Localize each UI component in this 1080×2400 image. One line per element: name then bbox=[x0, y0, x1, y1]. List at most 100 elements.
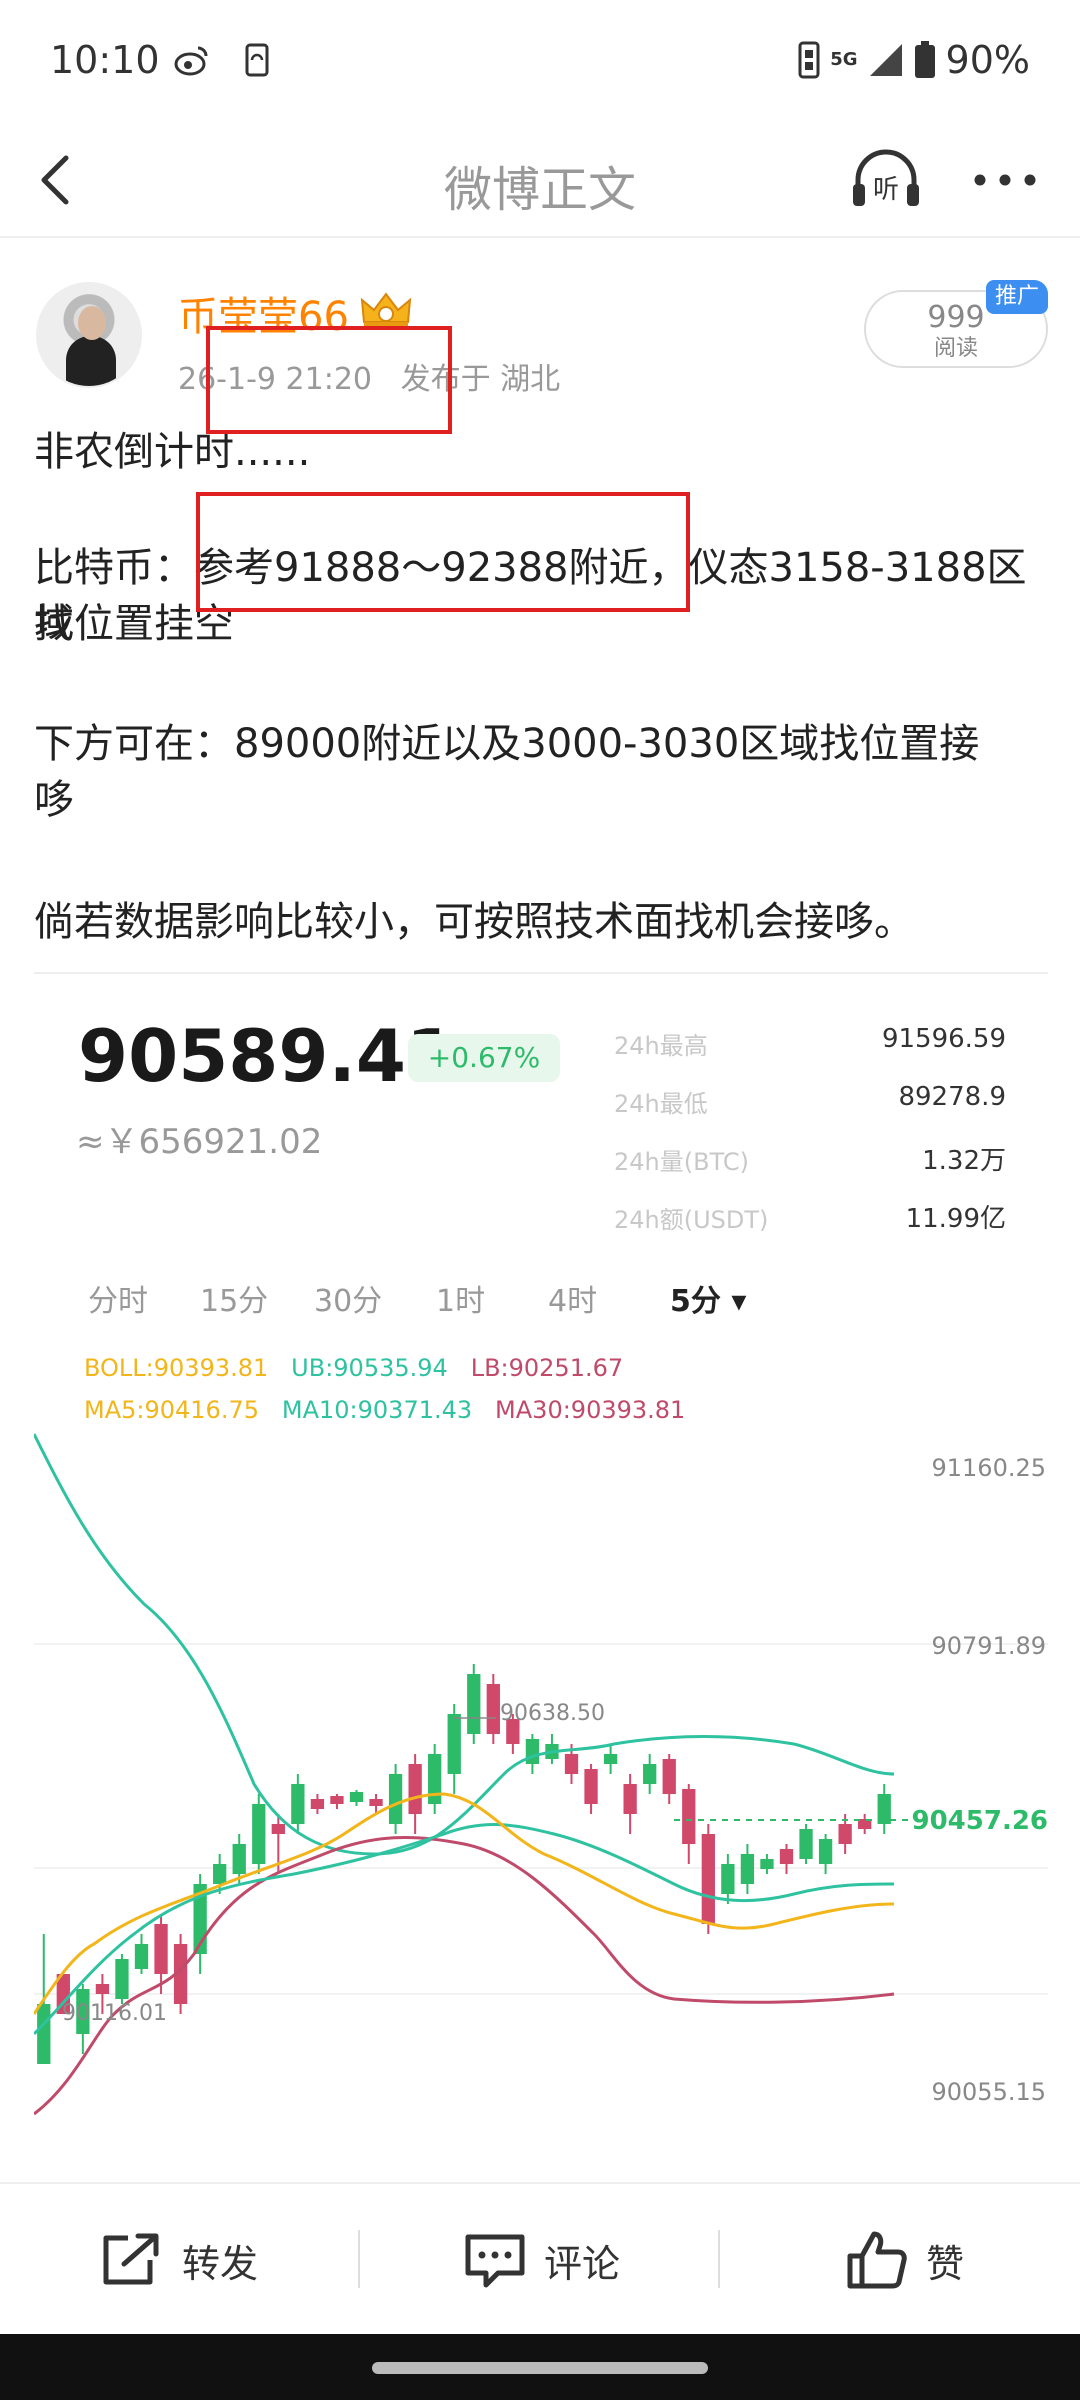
timeframe-tab: 分时 bbox=[88, 1284, 148, 1319]
timeframe-tab: 15分 bbox=[200, 1284, 269, 1319]
status-time: 10:10 bbox=[50, 38, 160, 82]
candle-body bbox=[623, 1784, 637, 1814]
weibo-icon bbox=[174, 46, 208, 76]
like-button[interactable]: 赞 bbox=[846, 2184, 964, 2336]
repost-label: 转发 bbox=[182, 2241, 259, 2286]
candle-body bbox=[799, 1829, 813, 1859]
candle-body bbox=[779, 1849, 794, 1864]
read-label: 阅读 bbox=[933, 336, 978, 361]
comment-icon bbox=[465, 2234, 525, 2288]
comment-label: 评论 bbox=[544, 2241, 621, 2286]
candle-body bbox=[115, 1959, 129, 1999]
top-nav: 微博正文 听 bbox=[0, 120, 1080, 238]
candle-body bbox=[369, 1799, 383, 1806]
network-type: 5G bbox=[830, 49, 858, 70]
boll-value: BOLL:90393.81 bbox=[84, 1354, 269, 1382]
stat-label: 24h最高 bbox=[614, 1032, 708, 1060]
axis-label: 90055.15 bbox=[931, 2078, 1046, 2106]
candle-body bbox=[134, 1944, 149, 1969]
price-cny: ≈￥656921.02 bbox=[76, 1122, 323, 1162]
highlight-box-time bbox=[206, 326, 452, 434]
low-marker: 90116.01 bbox=[62, 2001, 167, 2026]
candle-body bbox=[643, 1764, 657, 1784]
axis-label: 90791.89 bbox=[931, 1632, 1046, 1660]
timeframe-tab-active: 5分 ▾ bbox=[670, 1284, 747, 1319]
candle-body bbox=[428, 1754, 442, 1804]
candle-body bbox=[349, 1792, 364, 1802]
ub-value: UB:90535.94 bbox=[291, 1354, 448, 1382]
promo-tag[interactable]: 推广 bbox=[986, 280, 1048, 314]
stat-value: 89278.9 bbox=[898, 1082, 1006, 1112]
candle-body bbox=[37, 2004, 51, 2064]
current-price: 90589.41 bbox=[78, 1014, 457, 1098]
home-gesture-pill[interactable] bbox=[372, 2362, 708, 2374]
timeframe-tab: 1时 bbox=[436, 1284, 486, 1319]
last-price-label: 90457.26 bbox=[911, 1806, 1048, 1836]
candle-body bbox=[447, 1714, 461, 1774]
candle-body bbox=[95, 1984, 110, 1994]
stat-label: 24h量(BTC) bbox=[614, 1148, 749, 1176]
avatar-head bbox=[78, 306, 106, 340]
headphones-listen-icon[interactable]: 听 bbox=[850, 148, 922, 212]
candle-body bbox=[232, 1844, 246, 1874]
candle-body bbox=[486, 1684, 500, 1734]
stat-value: 1.32万 bbox=[922, 1146, 1006, 1176]
candle-body bbox=[584, 1769, 598, 1804]
more-icon[interactable] bbox=[970, 150, 1040, 210]
candle-body bbox=[818, 1839, 833, 1864]
post-text-line: 哆 bbox=[34, 777, 74, 823]
repost-button[interactable]: 转发 bbox=[100, 2184, 258, 2336]
candle-body bbox=[525, 1739, 540, 1764]
signal-icon bbox=[869, 44, 902, 76]
battery-icon bbox=[914, 41, 935, 78]
stat-value: 91596.59 bbox=[881, 1024, 1006, 1054]
candle-body bbox=[213, 1864, 227, 1884]
status-right: 5G 90% bbox=[798, 38, 1030, 82]
candle-body bbox=[154, 1924, 168, 1974]
candlestick-chart: 90638.50 90116.01 bbox=[34, 1433, 1048, 2116]
comment-button[interactable]: 评论 bbox=[464, 2184, 620, 2336]
candle-body bbox=[603, 1754, 618, 1764]
bottom-action-bar: 转发 评论 赞 bbox=[0, 2182, 1080, 2334]
divider bbox=[358, 2230, 360, 2288]
stat-label: 24h额(USDT) bbox=[614, 1206, 769, 1234]
post-text-line: 倘若数据影响比较小，可按照技术面找机会接哆。 bbox=[34, 899, 914, 945]
candle-body bbox=[721, 1864, 735, 1894]
like-label: 赞 bbox=[926, 2241, 965, 2286]
status-bar: 10:10 5G 90% bbox=[0, 0, 1080, 120]
candle-body bbox=[252, 1804, 266, 1864]
candle-body bbox=[564, 1754, 579, 1774]
candle-body bbox=[662, 1759, 676, 1794]
boll-legend: BOLL:90393.81 UB:90535.94 LB:90251.67 bbox=[84, 1354, 623, 1382]
timeframe-tab: 4时 bbox=[548, 1284, 598, 1319]
candle-body bbox=[760, 1859, 774, 1869]
candle-body bbox=[740, 1854, 755, 1884]
system-nav-bar bbox=[0, 2334, 1080, 2400]
change-badge: +0.67% bbox=[408, 1034, 560, 1082]
candle-body bbox=[838, 1824, 852, 1844]
post-text-line: 下方可在：89000附近以及3000-3030区域找位置接 bbox=[34, 721, 980, 767]
highlight-box-price bbox=[196, 492, 690, 612]
listen-label: 听 bbox=[873, 175, 899, 205]
candle-body bbox=[310, 1799, 325, 1809]
candle-body bbox=[330, 1796, 344, 1804]
stat-value: 11.99亿 bbox=[905, 1204, 1006, 1234]
candle-body bbox=[291, 1784, 305, 1824]
timeframe-tab: 30分 bbox=[314, 1284, 383, 1319]
repost-icon bbox=[103, 2233, 159, 2285]
stat-label: 24h最低 bbox=[614, 1090, 708, 1118]
axis-label: 91160.25 bbox=[931, 1454, 1046, 1482]
candle-body bbox=[682, 1789, 696, 1844]
candle-body bbox=[408, 1764, 422, 1814]
avatar[interactable] bbox=[36, 282, 142, 388]
phone-sync-icon bbox=[245, 43, 269, 77]
lb-value: LB:90251.67 bbox=[470, 1354, 624, 1382]
lb-line bbox=[34, 1835, 895, 2116]
candle-body bbox=[271, 1824, 285, 1834]
high-marker: 90638.50 bbox=[500, 1701, 605, 1726]
candle-body bbox=[467, 1674, 481, 1734]
avatar-body bbox=[66, 336, 116, 386]
thumbs-up-icon bbox=[847, 2231, 907, 2289]
vibrate-icon bbox=[798, 41, 820, 79]
divider bbox=[718, 2230, 720, 2288]
